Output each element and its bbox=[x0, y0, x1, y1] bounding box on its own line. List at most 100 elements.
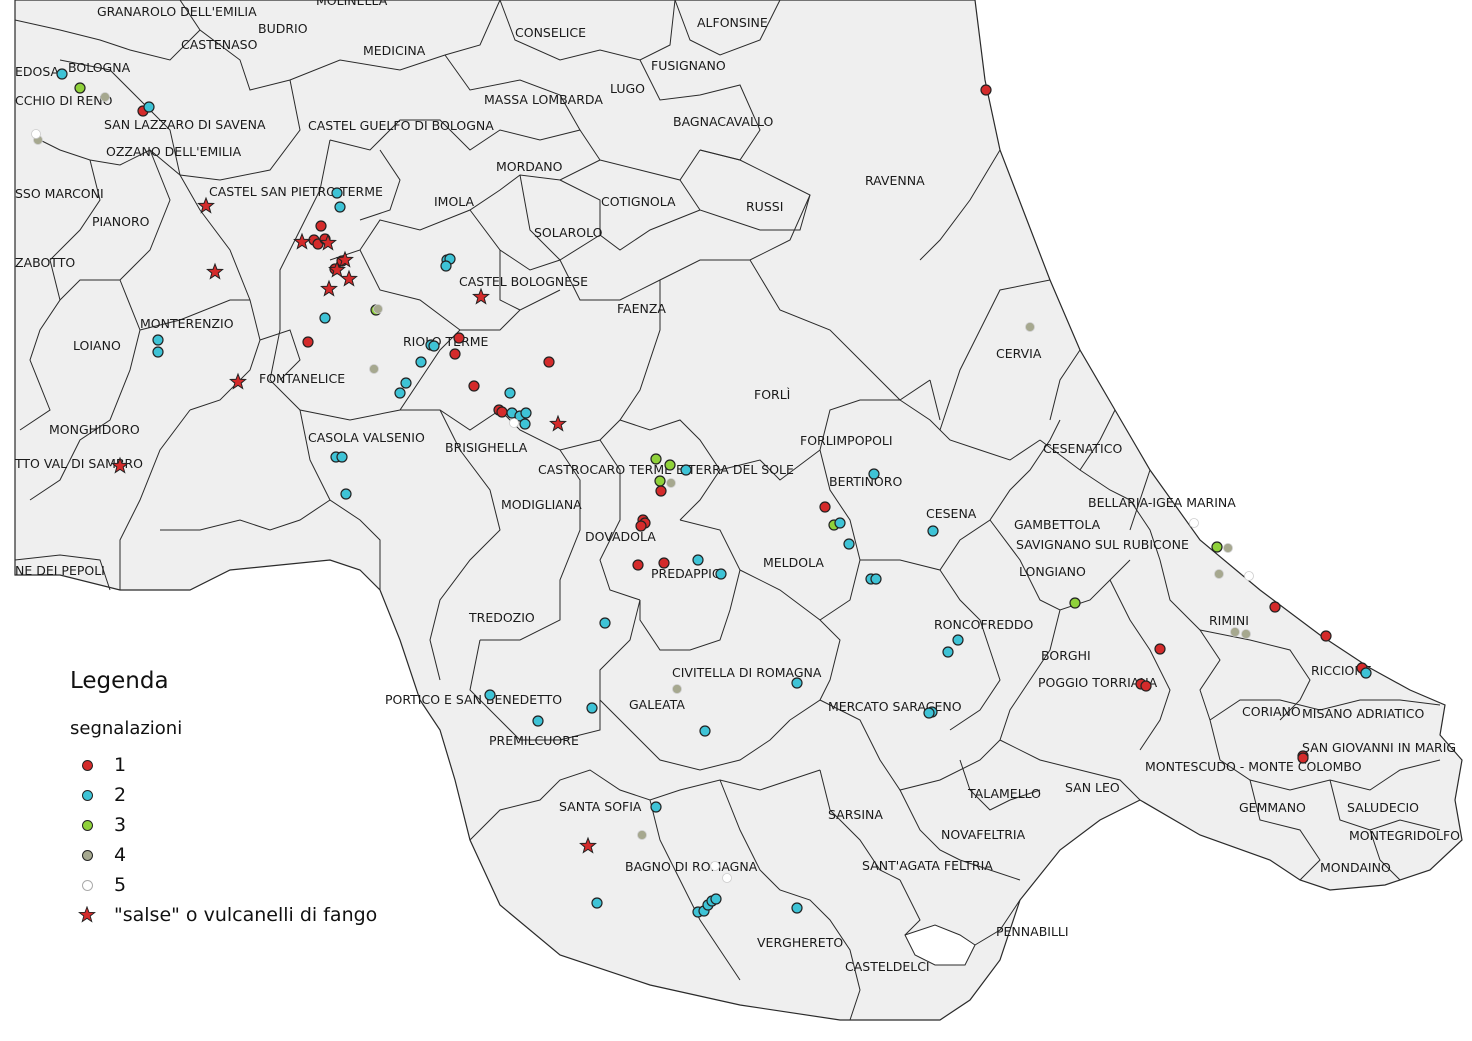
municipality-label: NE DEI PEPOLI bbox=[15, 563, 105, 578]
municipality-label: GRANAROLO DELL'EMILIA bbox=[97, 4, 257, 19]
observation-point-cat2 bbox=[532, 715, 544, 727]
observation-point-cat1 bbox=[632, 559, 644, 571]
legend-item-2: 2 bbox=[78, 782, 126, 808]
municipality-label: MOLINELLA bbox=[316, 0, 388, 8]
observation-point-cat2 bbox=[319, 312, 331, 324]
municipality-label: FAENZA bbox=[617, 301, 666, 316]
observation-point-cat2 bbox=[428, 340, 440, 352]
municipality-label: CERVIA bbox=[996, 346, 1042, 361]
red-dot-icon bbox=[78, 756, 96, 774]
observation-point-cat1 bbox=[315, 220, 327, 232]
municipality-label: GALEATA bbox=[629, 697, 685, 712]
municipality-label: VERGHERETO bbox=[757, 935, 843, 950]
municipality-label: SAN LAZZARO DI SAVENA bbox=[104, 117, 266, 132]
observation-point-cat2 bbox=[152, 346, 164, 358]
observation-point-cat4 bbox=[1230, 627, 1240, 637]
municipality-label: EDOSA bbox=[15, 64, 60, 79]
municipality-label: CASOLA VALSENIO bbox=[308, 430, 425, 445]
observation-point-cat1 bbox=[1320, 630, 1332, 642]
observation-point-cat3 bbox=[664, 459, 676, 471]
observation-point-cat2 bbox=[599, 617, 611, 629]
observation-point-cat2 bbox=[692, 554, 704, 566]
municipality-label: MISANO ADRIATICO bbox=[1302, 706, 1425, 721]
observation-point-cat2 bbox=[591, 897, 603, 909]
legend-item-5: 5 bbox=[78, 872, 126, 898]
observation-point-cat4 bbox=[1214, 569, 1224, 579]
municipality-label: BAGNACAVALLO bbox=[673, 114, 774, 129]
observation-point-cat2 bbox=[791, 902, 803, 914]
observation-point-cat2 bbox=[952, 634, 964, 646]
observation-point-cat2 bbox=[336, 451, 348, 463]
observation-point-cat5 bbox=[722, 873, 732, 883]
municipality-label: FUSIGNANO bbox=[651, 58, 726, 73]
municipality-label: MONTERENZIO bbox=[140, 316, 234, 331]
observation-point-cat4 bbox=[666, 478, 676, 488]
observation-point-cat4 bbox=[672, 684, 682, 694]
observation-point-cat2 bbox=[870, 573, 882, 585]
observation-point-cat3 bbox=[654, 475, 666, 487]
municipality-label: MERCATO SARACENO bbox=[828, 699, 962, 714]
legend-label: 4 bbox=[114, 844, 127, 866]
municipality-label: GEMMANO bbox=[1239, 800, 1306, 815]
legend-label: 5 bbox=[114, 874, 127, 896]
municipality-label: RAVENNA bbox=[865, 173, 925, 188]
municipality-label: SAVIGNANO SUL RUBICONE bbox=[1016, 537, 1189, 552]
observation-point-cat1 bbox=[635, 520, 647, 532]
observation-point-cat2 bbox=[340, 488, 352, 500]
municipality-label: OZZANO DELL'EMILIA bbox=[106, 144, 242, 159]
municipality-label: SAN GIOVANNI IN MARIG bbox=[1302, 740, 1456, 755]
observation-point-cat1 bbox=[302, 336, 314, 348]
municipality-label: RONCOFREDDO bbox=[934, 617, 1033, 632]
legend-label: "salse" o vulcanelli di fango bbox=[114, 904, 378, 926]
observation-point-cat4 bbox=[1241, 629, 1251, 639]
observation-point-cat1 bbox=[655, 485, 667, 497]
legend-title: Legenda bbox=[70, 668, 169, 694]
legend-item-4: 4 bbox=[78, 842, 126, 868]
observation-point-cat2 bbox=[715, 568, 727, 580]
municipality-label: MELDOLA bbox=[763, 555, 824, 570]
observation-point-cat2 bbox=[923, 707, 935, 719]
municipality-label: SAN LEO bbox=[1065, 780, 1120, 795]
municipality-label: RIOLO TERME bbox=[403, 334, 489, 349]
observation-point-cat1 bbox=[658, 557, 670, 569]
municipality-label: CONSELICE bbox=[515, 25, 586, 40]
municipality-label: CASTENASO bbox=[181, 37, 258, 52]
municipality-label: IMOLA bbox=[434, 194, 475, 209]
observation-point-cat2 bbox=[519, 418, 531, 430]
municipality-label: FORLÌ bbox=[754, 387, 790, 402]
municipality-label: CESENATICO bbox=[1043, 441, 1122, 456]
municipality-label: BERTINORO bbox=[829, 474, 902, 489]
municipality-label: CIVITELLA DI ROMAGNA bbox=[672, 665, 822, 680]
observation-point-cat2 bbox=[394, 387, 406, 399]
observation-point-cat1 bbox=[449, 348, 461, 360]
observation-point-cat2 bbox=[586, 702, 598, 714]
municipality-label: MONTESCUDO - MONTE COLOMBO bbox=[1145, 759, 1362, 774]
municipality-label: TALAMELLO bbox=[967, 786, 1041, 801]
observation-point-cat5 bbox=[710, 861, 720, 871]
observation-point-cat2 bbox=[504, 387, 516, 399]
star-icon bbox=[78, 906, 96, 924]
observation-point-cat2 bbox=[484, 689, 496, 701]
municipality-label: NOVAFELTRIA bbox=[941, 827, 1026, 842]
observation-point-cat2 bbox=[680, 464, 692, 476]
municipality-label: SOLAROLO bbox=[534, 225, 603, 240]
observation-point-cat2 bbox=[440, 260, 452, 272]
observation-point-cat1 bbox=[819, 501, 831, 513]
legend-label: 3 bbox=[114, 814, 127, 836]
municipality-label: BUDRIO bbox=[258, 21, 308, 36]
municipality-label: BELLARIA-IGEA MARINA bbox=[1088, 495, 1236, 510]
municipality-label: LOIANO bbox=[73, 338, 121, 353]
legend-item-salse: "salse" o vulcanelli di fango bbox=[78, 902, 377, 928]
municipality-label: PREMILCUORE bbox=[489, 733, 579, 748]
municipality-label: CASTEL GUELFO DI BOLOGNA bbox=[308, 118, 494, 133]
observation-point-cat1 bbox=[980, 84, 992, 96]
municipality-label: CORIANO bbox=[1242, 704, 1301, 719]
observation-point-cat5 bbox=[31, 129, 41, 139]
municipality-label: SSO MARCONI bbox=[15, 186, 104, 201]
municipality-label: CASTELDELCI bbox=[845, 959, 930, 974]
observation-point-cat2 bbox=[152, 334, 164, 346]
observation-point-cat4 bbox=[1223, 543, 1233, 553]
municipality-label: CASTEL BOLOGNESE bbox=[459, 274, 588, 289]
municipality-label: COTIGNOLA bbox=[601, 194, 676, 209]
observation-point-cat2 bbox=[334, 201, 346, 213]
